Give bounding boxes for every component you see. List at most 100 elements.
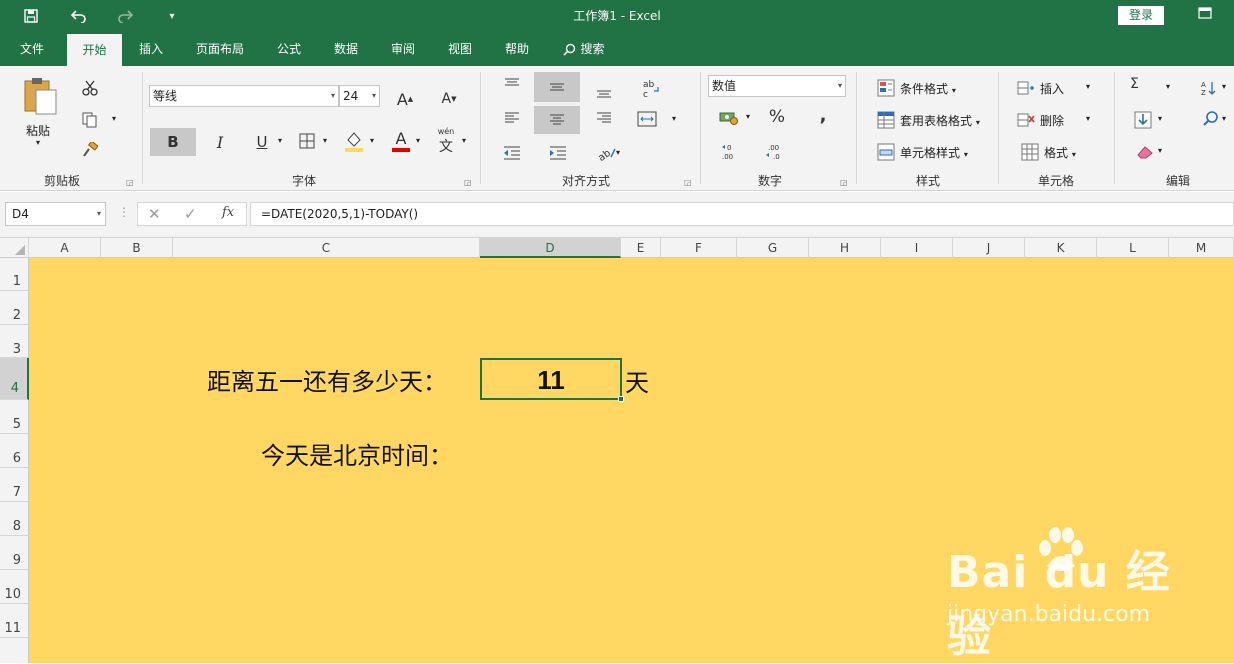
fill-color-dropdown-icon[interactable]: ▾ [370,136,374,145]
font-color-dropdown-icon[interactable]: ▾ [416,136,420,145]
column-header-h[interactable]: H [809,238,881,258]
decrease-indent-icon[interactable] [500,142,524,164]
confirm-entry-icon[interactable]: ✓ [184,205,197,223]
column-header-i[interactable]: I [881,238,953,258]
number-format-select[interactable]: 数值 ▾ [708,75,846,97]
row-header-7[interactable]: 7 [0,468,29,502]
delete-cells-button[interactable]: 删除 [1040,112,1064,129]
sort-dropdown-icon[interactable]: ▾ [1222,82,1226,91]
row-header-1[interactable]: 1 [0,258,29,291]
row-header-4[interactable]: 4 [0,358,29,400]
font-name-select[interactable]: 等线 ▾ [149,85,339,107]
formula-bar-grip-icon[interactable]: ⋮ [118,205,130,219]
format-painter-icon[interactable] [80,140,100,160]
column-header-a[interactable]: A [29,238,101,258]
align-bottom-icon[interactable] [592,82,616,102]
fill-icon[interactable] [1132,110,1154,130]
fill-color-icon[interactable] [342,128,366,154]
align-middle-icon[interactable] [534,72,580,102]
column-header-e[interactable]: E [621,238,661,258]
font-color-icon[interactable]: A [390,126,412,154]
tab-home[interactable]: 开始 [67,34,122,66]
comma-style-button[interactable]: , [812,104,834,126]
ribbon-display-icon[interactable] [1196,7,1214,23]
fill-handle[interactable] [618,396,624,402]
row-header-6[interactable]: 6 [0,434,29,468]
tab-help[interactable]: 帮助 [495,32,539,66]
column-header-g[interactable]: G [737,238,809,258]
tell-me-search[interactable]: 搜索 [556,32,612,66]
column-header-k[interactable]: K [1025,238,1097,258]
wrap-text-icon[interactable]: ab c [638,76,664,102]
column-header-f[interactable]: F [661,238,737,258]
column-header-b[interactable]: B [101,238,173,258]
increase-indent-icon[interactable] [546,142,570,164]
row-header-9[interactable]: 9 [0,536,29,570]
copy-dropdown-icon[interactable]: ▾ [112,114,116,123]
accounting-dropdown-icon[interactable]: ▾ [746,112,750,121]
worksheet-grid[interactable]: 距离五一还有多少天： 11 天 今天是北京时间： Bai du 经验 jingy… [29,258,1234,663]
merge-center-icon[interactable] [634,108,660,130]
underline-button[interactable]: U [250,128,274,156]
insert-dropdown-icon[interactable]: ▾ [1086,82,1090,91]
accounting-format-icon[interactable] [716,106,742,128]
borders-dropdown-icon[interactable]: ▾ [323,136,327,145]
tab-review[interactable]: 审阅 [381,32,425,66]
cell-styles-icon[interactable] [876,142,896,162]
tab-insert[interactable]: 插入 [128,32,174,66]
formula-input[interactable]: =DATE(2020,5,1)-TODAY() [250,202,1234,226]
grow-font-icon[interactable]: A ▲ [394,88,416,110]
format-as-table-button[interactable]: 套用表格格式 ▾ [900,112,980,129]
format-as-table-icon[interactable] [876,110,896,130]
paste-dropdown-icon[interactable]: ▾ [36,138,40,147]
paste-label[interactable]: 粘贴 [26,122,50,139]
clear-dropdown-icon[interactable]: ▾ [1158,146,1162,155]
find-select-icon[interactable] [1200,108,1222,130]
login-button[interactable]: 登录 [1118,6,1164,25]
row-header-2[interactable]: 2 [0,291,29,325]
row-header-3[interactable]: 3 [0,325,29,358]
shrink-font-icon[interactable]: A ▼ [438,88,460,110]
row-header-5[interactable]: 5 [0,400,29,434]
tab-view[interactable]: 视图 [438,32,482,66]
borders-icon[interactable] [296,130,318,152]
paste-icon[interactable] [18,74,62,118]
insert-cells-button[interactable]: 插入 [1040,80,1064,97]
delete-dropdown-icon[interactable]: ▾ [1086,114,1090,123]
tab-file[interactable]: 文件 [8,32,56,66]
tab-data[interactable]: 数据 [324,32,368,66]
align-center-icon[interactable] [534,106,580,134]
copy-icon[interactable] [80,110,100,130]
column-header-c[interactable]: C [173,238,480,258]
select-all-corner[interactable] [0,238,29,258]
clipboard-launcher-icon[interactable]: ◲ [126,178,134,187]
insert-cells-icon[interactable] [1016,78,1036,98]
autosum-dropdown-icon[interactable]: ▾ [1166,82,1170,91]
format-cells-button[interactable]: 格式 ▾ [1044,144,1076,161]
font-size-select[interactable]: 24 ▾ [339,85,380,107]
column-header-j[interactable]: J [953,238,1025,258]
autosum-button[interactable]: Σ [1130,76,1139,92]
cell-styles-button[interactable]: 单元格样式 ▾ [900,144,968,161]
sort-filter-icon[interactable]: AZ [1198,78,1222,98]
column-header-l[interactable]: L [1097,238,1169,258]
tab-page-layout[interactable]: 页面布局 [186,32,254,66]
underline-dropdown-icon[interactable]: ▾ [278,136,282,145]
align-top-icon[interactable] [500,74,524,94]
cancel-entry-icon[interactable]: ✕ [148,205,161,223]
tab-formulas[interactable]: 公式 [267,32,311,66]
row-header-11[interactable]: 11 [0,604,29,638]
row-header-8[interactable]: 8 [0,502,29,536]
find-dropdown-icon[interactable]: ▾ [1222,114,1226,123]
font-launcher-icon[interactable]: ◲ [464,178,472,187]
number-launcher-icon[interactable]: ◲ [840,178,848,187]
clear-icon[interactable] [1134,142,1156,162]
column-header-d[interactable]: D [480,238,621,258]
conditional-formatting-button[interactable]: 条件格式 ▾ [900,80,956,97]
alignment-launcher-icon[interactable]: ◲ [684,178,692,187]
conditional-formatting-icon[interactable] [876,78,896,98]
column-header-m[interactable]: M [1169,238,1234,258]
row-header-10[interactable]: 10 [0,570,29,604]
delete-cells-icon[interactable] [1016,110,1036,130]
cell-d4-selected[interactable]: 11 [480,358,622,400]
